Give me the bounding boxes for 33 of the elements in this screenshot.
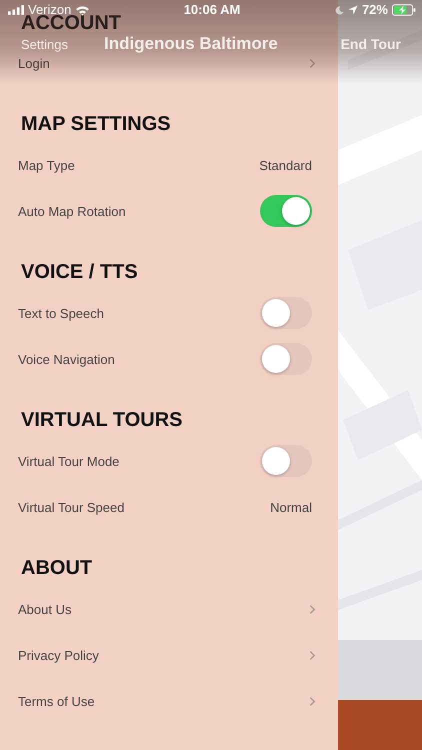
chevron-icon xyxy=(309,650,316,660)
chevron-icon xyxy=(309,58,316,68)
setting-value[interactable]: Normal xyxy=(270,500,312,514)
battery-percent: 72% xyxy=(362,3,388,17)
toggle-switch[interactable] xyxy=(260,297,312,329)
setting-label: Virtual Tour Speed xyxy=(18,500,124,514)
setting-label[interactable]: About Us xyxy=(18,602,72,616)
location-arrow-icon xyxy=(348,5,358,15)
clock-time: 10:06 AM xyxy=(184,3,240,17)
setting-label[interactable]: Terms of Use xyxy=(18,694,95,708)
chevron-icon xyxy=(309,604,316,614)
setting-label: Text to Speech xyxy=(18,306,104,320)
chevron-icon xyxy=(309,696,316,706)
setting-label: Voice Navigation xyxy=(18,352,115,366)
toggle-switch[interactable] xyxy=(260,343,312,375)
toggle-switch[interactable] xyxy=(260,445,312,477)
section-heading: VIRTUAL TOURS xyxy=(20,409,182,431)
setting-label: Auto Map Rotation xyxy=(18,204,126,218)
app-title: Indigenous Baltimore xyxy=(104,34,278,54)
battery-charging-icon xyxy=(392,4,416,16)
wifi-icon xyxy=(75,4,90,16)
setting-label[interactable]: Privacy Policy xyxy=(18,648,99,662)
section-heading: ABOUT xyxy=(20,557,92,579)
section-heading: ACCOUNT xyxy=(20,14,121,32)
setting-label[interactable]: Login xyxy=(18,56,50,70)
setting-label: Map Type xyxy=(18,158,75,172)
section-heading: VOICE / TTS xyxy=(20,261,138,283)
setting-label: Virtual Tour Mode xyxy=(18,454,120,468)
toggle-switch[interactable] xyxy=(260,195,312,227)
moon-icon xyxy=(334,6,344,14)
signal-icon xyxy=(8,5,24,15)
setting-value[interactable]: Standard xyxy=(259,158,312,172)
section-heading: MAP SETTINGS xyxy=(20,113,171,135)
